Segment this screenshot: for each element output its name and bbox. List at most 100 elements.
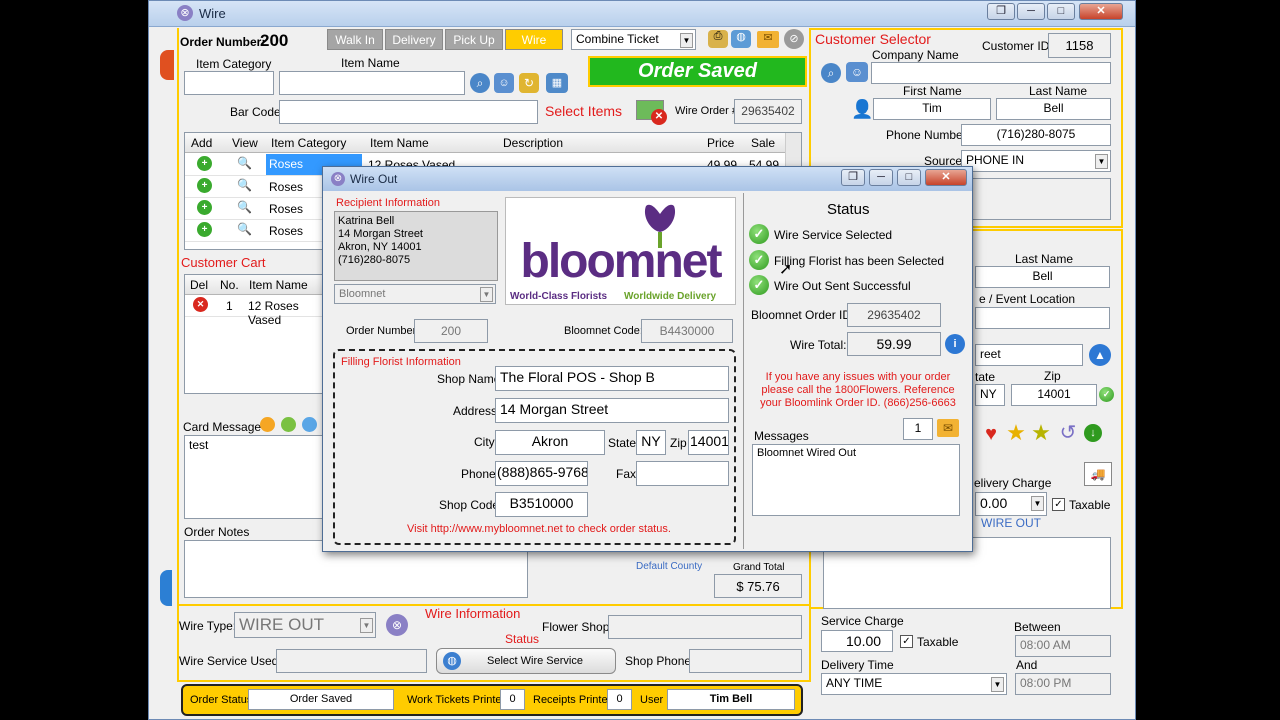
wire-service-label: Wire Service Used: <box>179 654 282 668</box>
city-input[interactable]: Akron <box>495 430 605 455</box>
dialog-maximize-button[interactable]: □ <box>897 169 921 186</box>
background-app-icon-blue <box>160 570 172 606</box>
smiley-icon-green[interactable] <box>281 417 296 432</box>
customer-list-icon[interactable]: ☺ <box>846 62 868 82</box>
phone-input[interactable]: (888)865-9768 <box>495 461 588 486</box>
card-message-input[interactable]: test <box>184 435 334 519</box>
globe-printer-icon[interactable]: ◍ <box>731 30 751 48</box>
chevron-down-icon: ▼ <box>360 618 373 633</box>
check-icon: ✓ <box>749 224 769 244</box>
wire-type-select[interactable]: WIRE OUT ▼ <box>234 612 376 638</box>
search-icon[interactable]: ⌕ <box>470 73 490 93</box>
smiley-icon[interactable] <box>260 417 275 432</box>
delivery-taxable-checkbox[interactable]: ✓ <box>1052 498 1065 511</box>
zip-input[interactable]: 14001 <box>688 430 729 455</box>
heart-icon[interactable]: ♥ <box>980 423 1002 445</box>
refresh-icon[interactable]: ↻ <box>519 73 539 93</box>
view-icon[interactable]: 🔍 <box>237 178 252 192</box>
tab-delivery[interactable]: Delivery <box>385 29 443 50</box>
view-icon[interactable]: 🔍 <box>237 156 252 170</box>
phone-number-input[interactable]: (716)280-8075 <box>961 124 1111 146</box>
order-number-label: Order Number: <box>180 35 266 49</box>
search-people-icon[interactable]: ☺ <box>494 73 514 93</box>
email-icon[interactable]: ✉ <box>757 31 779 48</box>
item-name-input[interactable] <box>279 71 465 95</box>
col-cart-item-name: Item Name <box>249 278 308 292</box>
dialog-close-button[interactable]: ✕ <box>925 169 967 186</box>
company-name-input[interactable] <box>871 62 1111 84</box>
service-charge-input[interactable]: 10.00 <box>821 630 893 652</box>
first-name-input[interactable]: Tim <box>873 98 991 120</box>
add-icon[interactable]: + <box>197 200 212 215</box>
envelope-icon[interactable]: ✉ <box>937 419 959 437</box>
tab-pick-up[interactable]: Pick Up <box>445 29 503 50</box>
recipient-zip-input[interactable]: 14001 <box>1011 384 1097 406</box>
bar-code-label: Bar Code <box>230 105 281 119</box>
add-icon[interactable]: + <box>197 156 212 171</box>
view-icon[interactable]: 🔍 <box>237 222 252 236</box>
recipient-line: (716)280-8075 <box>338 254 411 266</box>
add-icon[interactable]: + <box>197 222 212 237</box>
printer-icon[interactable]: ⎙ <box>708 30 728 48</box>
service-taxable-checkbox[interactable]: ✓ <box>900 635 913 648</box>
shop-code-input[interactable]: B3510000 <box>495 492 588 517</box>
item-category-input[interactable] <box>184 71 274 95</box>
bar-code-input[interactable] <box>279 100 538 124</box>
select-wire-service-button[interactable]: ◍ Select Wire Service <box>436 648 616 674</box>
star-icon[interactable]: ★ <box>1005 422 1027 444</box>
ticket-type-select[interactable]: Combine Ticket ▼ <box>571 29 696 50</box>
maximize-button[interactable]: □ <box>1047 3 1075 20</box>
recipient-line: 14 Morgan Street <box>338 228 423 240</box>
customer-search-icon[interactable]: ⌕ <box>821 63 841 83</box>
wire-total-label: Wire Total: <box>790 338 847 352</box>
col-description: Description <box>503 136 564 150</box>
ticket-type-value: Combine Ticket <box>576 32 659 46</box>
wire-type-value: WIRE OUT <box>239 615 324 634</box>
tab-walk-in[interactable]: Walk In <box>327 29 383 50</box>
and-time-input[interactable]: 08:00 PM <box>1015 673 1111 695</box>
dialog-restore-button[interactable]: ❐ <box>841 169 865 186</box>
recipient-last-name-input[interactable]: Bell <box>975 266 1110 288</box>
restore-button[interactable]: ❐ <box>987 3 1015 20</box>
dialog-minimize-button[interactable]: ─ <box>869 169 893 186</box>
close-button[interactable]: ✕ <box>1079 3 1123 20</box>
between-time-input[interactable]: 08:00 AM <box>1015 635 1111 657</box>
customer-id-field: 1158 <box>1048 33 1111 58</box>
smiley-icon-blue[interactable] <box>302 417 317 432</box>
delivery-time-select[interactable]: ANY TIME ▼ <box>821 673 1007 695</box>
state-input[interactable]: NY <box>636 430 666 455</box>
wire-service-icon: ◍ <box>443 652 461 670</box>
add-icon[interactable]: + <box>197 178 212 193</box>
col-no: No. <box>220 278 239 292</box>
col-del: Del <box>190 278 209 292</box>
card-message-label: Card Message <box>183 420 262 434</box>
swirl-icon[interactable]: ↺ <box>1057 422 1079 444</box>
delivery-truck-icon[interactable]: 🚚 <box>1084 462 1112 486</box>
list-item[interactable]: ✕ 1 12 Roses Vased <box>185 295 333 327</box>
event-location-input[interactable] <box>975 307 1110 329</box>
last-name-input[interactable]: Bell <box>996 98 1111 120</box>
map-icon[interactable]: ▲ <box>1089 344 1111 366</box>
chevron-down-icon: ▼ <box>480 287 493 302</box>
trash-icon[interactable]: ⊘ <box>784 29 804 49</box>
minimize-button[interactable]: ─ <box>1017 3 1045 20</box>
messages-box: Bloomnet Wired Out <box>752 444 960 516</box>
source-select[interactable]: PHONE IN ▼ <box>961 150 1111 172</box>
info-icon[interactable]: i <box>945 334 965 354</box>
stars-icon[interactable]: ★ <box>1030 422 1052 444</box>
service-charge-label: Service Charge <box>821 614 904 628</box>
street-input[interactable]: reet <box>975 344 1083 366</box>
view-icon[interactable]: 🔍 <box>237 200 252 214</box>
remove-icon[interactable]: ✕ <box>651 109 667 125</box>
recipient-state-input[interactable]: NY <box>975 384 1005 406</box>
tab-wire[interactable]: Wire <box>505 29 563 50</box>
fax-input[interactable] <box>636 461 729 486</box>
delete-icon[interactable]: ✕ <box>193 297 208 312</box>
shop-name-input[interactable]: The Floral POS - Shop B <box>495 366 729 391</box>
address-input[interactable]: 14 Morgan Street <box>495 398 729 423</box>
visit-status-link[interactable]: Visit http://www.mybloomnet.net to check… <box>407 523 671 535</box>
calculator-icon[interactable]: ▦ <box>546 73 568 93</box>
add-green-icon[interactable]: ↓ <box>1084 424 1102 442</box>
delivery-charge-select[interactable]: 0.00 ▼ <box>975 492 1047 516</box>
wire-service-select[interactable]: Bloomnet ▼ <box>334 284 496 304</box>
